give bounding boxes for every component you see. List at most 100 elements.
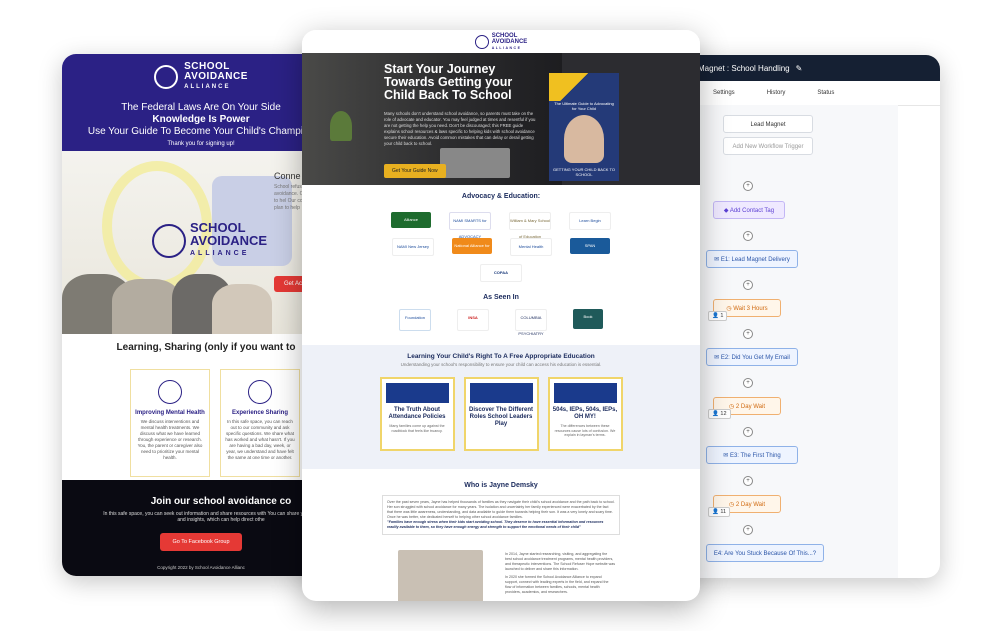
left-hero: SCHOOL AVOIDANCE ALLIANCE Conne avoida S… (62, 151, 340, 334)
learning-rights-section: Learning Your Child's Right To A Free Ap… (302, 345, 700, 469)
hero-logo-line2: AVOIDANCE (190, 233, 268, 248)
headline-line3: Use Your Guide To Become Your Child's Ch… (87, 126, 315, 137)
who-quote: "Families have enough stress when their … (387, 520, 604, 529)
learning-title: Learning, Sharing (only if you want to (116, 342, 296, 353)
media-logo: INSA (457, 309, 489, 331)
logo-line3: ALLIANCE (184, 84, 231, 90)
feature-title: Experience Sharing (231, 410, 289, 416)
tab-status[interactable]: Status (817, 90, 834, 96)
contact-count-badge: 👤 1 (708, 311, 728, 321)
contact-count-badge: 👤 11 (708, 507, 731, 517)
jayne-bio: In 2014, Jayne started researching, visi… (505, 552, 615, 595)
partner-logo: SPAN (570, 238, 610, 254)
feature-title: Improving Mental Health (135, 410, 205, 416)
partner-logo: Alliance (391, 212, 431, 228)
add-step-icon[interactable]: + (743, 427, 753, 437)
center-logo[interactable]: SCHOOL AVOIDANCE ALLIANCE (492, 33, 528, 51)
book-subtitle: GETTING YOUR CHILD BACK TO SCHOOL (552, 167, 615, 177)
media-logo: COLUMBIA PSYCHIATRY (515, 309, 547, 336)
copyright: Copyright 2022 by School Avoidance Allia… (157, 565, 245, 570)
contact-count-badge: 👤 12 (708, 409, 731, 419)
user-icon: 👤 (712, 509, 719, 515)
plant-image (330, 111, 352, 141)
left-footer: Join our school avoidance co In this saf… (62, 480, 340, 576)
add-step-icon[interactable]: + (743, 181, 753, 191)
brain-icon (158, 380, 182, 404)
partner-logo: NAMI SMARTS for ADVOCACY (449, 212, 491, 239)
bio-paragraph: In 2020 she formed the School Avoidance … (505, 575, 609, 594)
center-landing-page-card: SCHOOL AVOIDANCE ALLIANCE Start Your Jou… (302, 30, 700, 601)
learning-card[interactable]: 504s, IEPs, 504s, IEPs, OH MY! The diffe… (547, 377, 623, 451)
card-desc: The differences between these resources … (554, 424, 616, 437)
who-title: Who is Jayne Demsky (464, 482, 538, 489)
left-headline: The Federal Laws Are On Your Side Knowle… (62, 102, 340, 138)
center-hero: Start Your Journey Towards Getting your … (302, 53, 700, 185)
add-workflow-trigger[interactable]: Add New Workflow Trigger (723, 137, 813, 155)
feature-card: Improving Mental Health We discuss inter… (130, 369, 210, 477)
hero-logo-line3: ALLIANCE (190, 250, 250, 257)
workflow-trigger-lead-magnet[interactable]: Lead Magnet (723, 115, 813, 133)
as-seen-in-title: As Seen In (483, 294, 519, 301)
email-icon: ✉ (714, 257, 721, 263)
as-seen-in-logos: Foundation INSA COLUMBIA PSYCHIATRY Book (302, 309, 700, 336)
person-image (212, 284, 272, 334)
add-step-icon[interactable]: + (743, 280, 753, 290)
facebook-group-button[interactable]: Go To Facebook Group (160, 533, 242, 551)
feature-desc: In this safe space, you can reach out to… (225, 419, 295, 460)
learning-card[interactable]: The Truth About Attendance Policies Many… (379, 377, 455, 451)
left-logo[interactable]: SCHOOL AVOIDANCE ALLIANCE (62, 54, 340, 92)
who-text: Over the past seven years, Jayne has hel… (387, 500, 615, 519)
logo-line3: ALLIANCE (491, 45, 522, 50)
workflow-canvas[interactable]: Lead Magnet Add New Workflow Trigger + ◆… (698, 105, 898, 578)
learning-card[interactable]: Discover The Different Roles School Lead… (463, 377, 539, 451)
card-image (385, 383, 449, 403)
card-title: Discover The Different Roles School Lead… (468, 407, 534, 427)
hero-text: Many schools don't understand school avo… (384, 111, 536, 146)
book-title: The Ultimate Guide to Advocating for You… (554, 101, 614, 111)
left-header: SCHOOL AVOIDANCE ALLIANCE The Federal La… (62, 54, 340, 151)
add-step-icon[interactable]: + (743, 329, 753, 339)
learning-rights-title: Learning Your Child's Right To A Free Ap… (407, 353, 595, 360)
advocacy-title: Advocacy & Education: (461, 193, 541, 200)
logo-line2: AVOIDANCE (184, 71, 248, 82)
card-title: 504s, IEPs, 504s, IEPs, OH MY! (552, 407, 618, 420)
get-guide-button[interactable]: Get Your Guide Now (384, 164, 446, 178)
hero-logo: SCHOOL AVOIDANCE ALLIANCE (152, 221, 267, 260)
house-logo-icon (474, 34, 489, 49)
left-landing-page-card: SCHOOL AVOIDANCE ALLIANCE The Federal La… (62, 54, 340, 576)
network-icon (248, 380, 272, 404)
guide-book-cover: The Ultimate Guide to Advocating for You… (549, 73, 619, 181)
partner-logo: COPAA (480, 264, 522, 282)
house-logo-icon (154, 65, 179, 89)
pencil-icon[interactable]: ✎ (796, 64, 803, 73)
action-email-4[interactable]: E4: Are You Stuck Because Of This...? (706, 544, 824, 562)
partner-logo: NAMI New Jersey (392, 238, 434, 256)
laptop-image (440, 148, 510, 178)
action-add-contact-tag[interactable]: ◆ Add Contact Tag (713, 201, 785, 219)
media-logo: Foundation (399, 309, 431, 331)
jayne-photo (398, 550, 483, 601)
workflow-title: Magnet : School Handling (698, 63, 790, 73)
action-email-1[interactable]: ✉ E1: Lead Magnet Delivery (706, 250, 798, 268)
card-desc: Many families come up against the roadbl… (389, 424, 445, 433)
tab-history[interactable]: History (767, 90, 786, 96)
learning-cards: The Truth About Attendance Policies Many… (302, 377, 700, 451)
add-step-icon[interactable]: + (743, 378, 753, 388)
feature-desc: We discuss interventions and mental heal… (137, 419, 203, 460)
add-step-icon[interactable]: + (743, 231, 753, 241)
action-email-2[interactable]: ✉ E2: Did You Get My Email (706, 348, 798, 366)
clock-icon: ◷ (728, 502, 736, 508)
partner-logo: William & Mary School of Education (509, 212, 551, 239)
partner-logo: Mental Health (510, 238, 552, 256)
add-step-icon[interactable]: + (743, 525, 753, 535)
partner-logo: National Alliance for Mental Wellbeing (452, 238, 492, 264)
card-title: The Truth About Attendance Policies (388, 407, 446, 420)
join-title: Join our school avoidance co (150, 496, 292, 507)
feature-card: Experience Sharing In this safe space, y… (220, 369, 300, 477)
center-nav: SCHOOL AVOIDANCE ALLIANCE (302, 30, 700, 53)
tab-settings[interactable]: Settings (713, 90, 735, 96)
add-step-icon[interactable]: + (743, 476, 753, 486)
card-image (553, 383, 617, 403)
action-email-3[interactable]: ✉ E3: The First Thing (706, 446, 798, 464)
join-desc: In this safe space, you can seek out inf… (103, 511, 339, 523)
